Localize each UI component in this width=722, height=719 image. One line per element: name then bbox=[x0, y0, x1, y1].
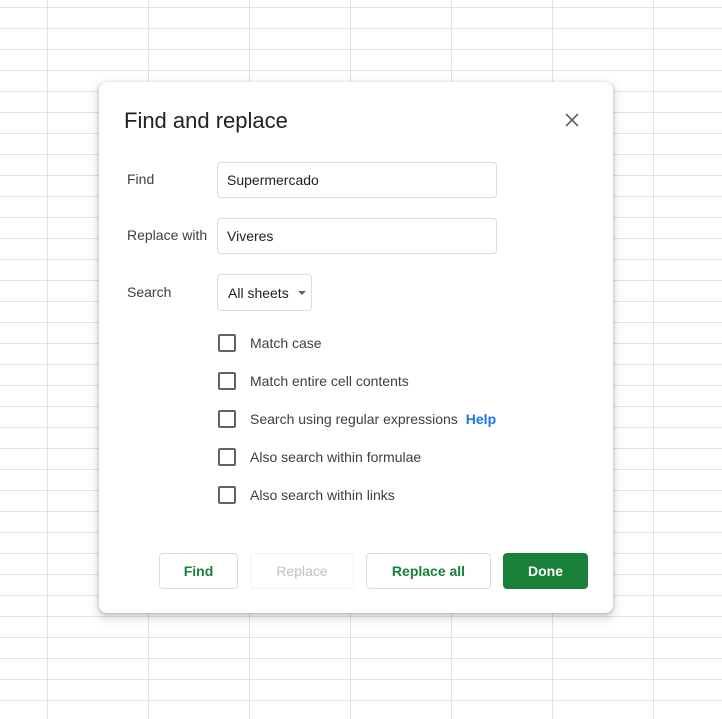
checkbox-match-entire-cell[interactable] bbox=[218, 372, 236, 390]
option-search-formulae[interactable]: Also search within formulae bbox=[218, 447, 421, 467]
find-label: Find bbox=[127, 171, 155, 187]
option-match-entire-cell[interactable]: Match entire cell contents bbox=[218, 371, 409, 391]
option-label: Match entire cell contents bbox=[250, 373, 409, 389]
option-label: Search using regular expressions bbox=[250, 411, 458, 427]
checkbox-search-formulae[interactable] bbox=[218, 448, 236, 466]
replace-with-input[interactable] bbox=[217, 218, 497, 254]
find-replace-dialog: Find and replace Find Replace with Searc… bbox=[99, 82, 613, 613]
option-regular-expressions[interactable]: Search using regular expressions Help bbox=[218, 409, 496, 429]
caret-down-icon bbox=[297, 290, 306, 295]
done-button[interactable]: Done bbox=[503, 553, 588, 589]
find-input[interactable] bbox=[217, 162, 497, 198]
close-button[interactable] bbox=[558, 106, 586, 134]
search-scope-select[interactable]: All sheets bbox=[217, 274, 312, 311]
option-label: Match case bbox=[250, 335, 322, 351]
close-icon bbox=[565, 113, 579, 127]
checkbox-search-links[interactable] bbox=[218, 486, 236, 504]
find-button[interactable]: Find bbox=[159, 553, 238, 589]
option-search-links[interactable]: Also search within links bbox=[218, 485, 395, 505]
option-match-case[interactable]: Match case bbox=[218, 333, 322, 353]
option-label: Also search within formulae bbox=[250, 449, 422, 465]
replace-with-label: Replace with bbox=[127, 227, 208, 243]
checkbox-match-case[interactable] bbox=[218, 334, 236, 352]
checkbox-regular-expressions[interactable] bbox=[218, 410, 236, 428]
replace-all-button[interactable]: Replace all bbox=[366, 553, 491, 589]
help-link[interactable]: Help bbox=[466, 411, 496, 427]
search-scope-value: All sheets bbox=[228, 284, 289, 301]
dialog-title: Find and replace bbox=[124, 108, 288, 133]
option-label: Also search within links bbox=[250, 487, 395, 503]
replace-button[interactable]: Replace bbox=[250, 553, 354, 589]
search-label: Search bbox=[127, 284, 172, 300]
